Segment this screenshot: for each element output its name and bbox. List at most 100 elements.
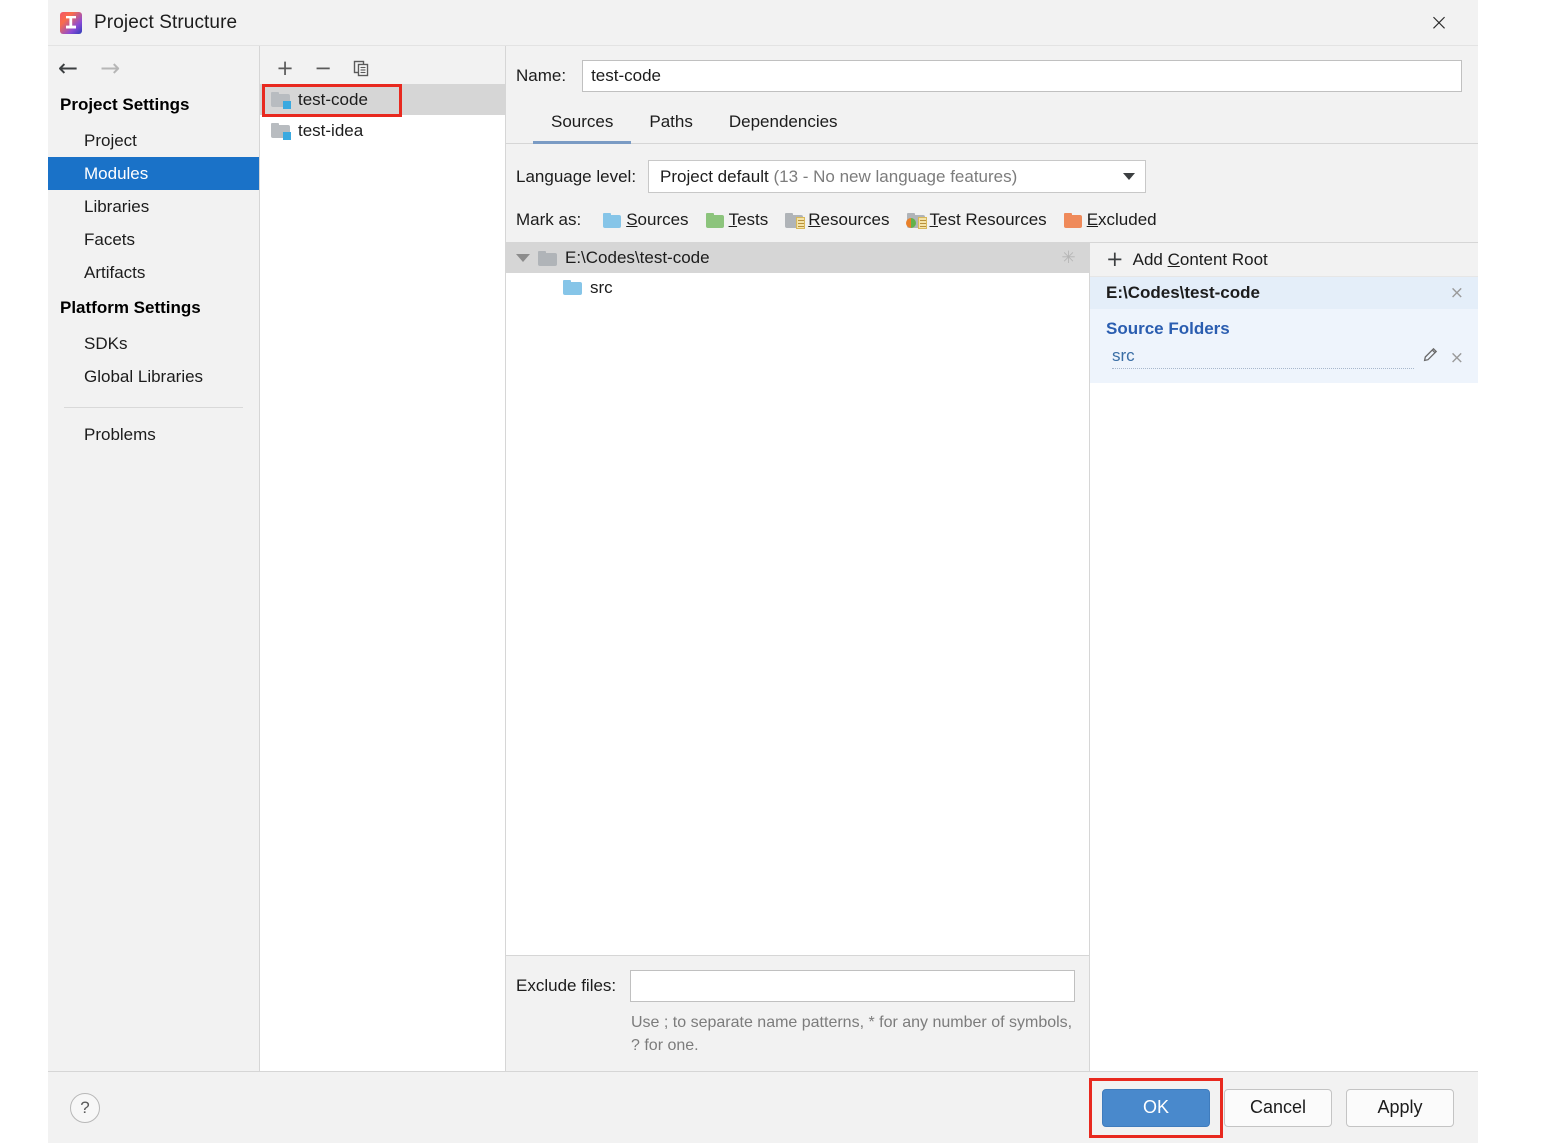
sidebar-item-modules[interactable]: Modules <box>48 157 259 190</box>
tree-row-content-root[interactable]: E:\Codes\test-code ✳ <box>506 243 1089 273</box>
mark-test-resources-label: est Resources <box>938 210 1047 229</box>
intellij-idea-icon <box>60 11 82 34</box>
exclude-files-section: Exclude files: Use ; to separate name pa… <box>506 955 1089 1071</box>
language-level-row: Language level: Project default (13 - No… <box>506 144 1478 193</box>
help-icon[interactable]: ? <box>70 1092 100 1123</box>
sidebar-item-artifacts[interactable]: Artifacts <box>48 256 259 289</box>
close-icon[interactable]: × <box>1422 7 1456 39</box>
modules-toolbar: + − <box>260 52 505 84</box>
test-resources-folder-icon <box>905 212 927 229</box>
exclude-files-input[interactable] <box>630 970 1075 1002</box>
add-module-icon[interactable]: + <box>274 57 296 79</box>
language-level-select[interactable]: Project default (13 - No new language fe… <box>648 160 1147 193</box>
back-arrow-icon[interactable]: ← <box>58 56 78 80</box>
language-level-detail: (13 - No new language features) <box>773 166 1018 186</box>
content-root-tree-pane: E:\Codes\test-code ✳ src Exclude files: … <box>506 243 1090 1071</box>
source-folders-section: Source Folders src × <box>1090 309 1478 383</box>
modules-list: test-code test-idea <box>260 84 505 1071</box>
sidebar-item-libraries[interactable]: Libraries <box>48 190 259 223</box>
mark-sources-label: ources <box>637 210 689 229</box>
mark-tests-label: ests <box>737 210 769 229</box>
tests-folder-icon <box>705 212 724 228</box>
exclude-hint-line1: Use ; to separate name patterns, * for a… <box>631 1014 1005 1031</box>
mark-as-test-resources-button[interactable]: Test Resources <box>905 210 1047 230</box>
modules-list-panel: + − test-code test-idea <box>260 46 506 1071</box>
copy-module-icon[interactable] <box>350 57 372 79</box>
edit-source-folder-icon[interactable] <box>1422 347 1438 368</box>
mark-as-excluded-button[interactable]: Excluded <box>1063 210 1157 230</box>
mark-tests-mnemonic: T <box>728 210 738 229</box>
sidebar-item-global-libraries[interactable]: Global Libraries <box>48 360 259 393</box>
source-folder-row: src × <box>1090 346 1478 369</box>
source-folder-link[interactable]: src <box>1112 346 1414 369</box>
add-content-root-rest: ontent Root <box>1179 249 1268 269</box>
mark-sources-mnemonic: S <box>626 210 638 229</box>
module-detail-panel: Name: Sources Paths Dependencies Languag… <box>506 46 1478 1071</box>
content-root-header[interactable]: E:\Codes\test-code × <box>1090 277 1478 309</box>
module-folder-icon <box>271 123 291 140</box>
forward-arrow-icon[interactable]: → <box>100 56 120 80</box>
content-roots-pane: + Add Content Root E:\Codes\test-code × … <box>1090 243 1478 1071</box>
add-content-root-mnemonic: C <box>1167 249 1180 269</box>
mark-resources-label: esources <box>820 210 890 229</box>
source-folders-title: Source Folders <box>1106 319 1230 338</box>
mark-excluded-mnemonic: E <box>1086 210 1099 229</box>
module-tabs: Sources Paths Dependencies <box>506 104 1478 144</box>
ok-button-wrapper: OK <box>1089 1077 1223 1138</box>
footer-buttons: OK Cancel Apply <box>1089 1077 1454 1138</box>
window-title: Project Structure <box>94 11 238 33</box>
tree-row-src[interactable]: src <box>506 273 1089 302</box>
mark-as-tests-button[interactable]: Tests <box>705 210 769 230</box>
sidebar-item-problems[interactable]: Problems <box>48 418 259 451</box>
sidebar-group-platform-settings: Platform Settings <box>60 298 201 317</box>
cancel-button[interactable]: Cancel <box>1224 1088 1332 1127</box>
dialog-footer: ? OK Cancel Apply <box>48 1071 1478 1143</box>
mark-as-sources-button[interactable]: Sources <box>603 210 689 230</box>
exclude-files-label: Exclude files: <box>516 976 617 995</box>
module-item-label: test-idea <box>298 120 364 140</box>
module-name-row: Name: <box>506 46 1478 104</box>
sidebar-item-project[interactable]: Project <box>48 124 259 157</box>
resources-folder-icon <box>785 212 806 229</box>
add-content-root-button[interactable]: + Add Content Root <box>1090 243 1478 277</box>
mark-as-label: Mark as: <box>516 210 582 229</box>
sidebar-item-facets[interactable]: Facets <box>48 223 259 256</box>
tab-dependencies[interactable]: Dependencies <box>711 104 856 144</box>
chevron-down-icon[interactable] <box>516 254 530 262</box>
sources-panels: E:\Codes\test-code ✳ src Exclude files: … <box>506 242 1478 1071</box>
tab-paths[interactable]: Paths <box>631 104 710 144</box>
language-level-label: Language level: <box>516 166 637 186</box>
module-item-test-idea[interactable]: test-idea <box>260 115 505 146</box>
module-name-input[interactable] <box>582 60 1462 92</box>
plus-icon: + <box>1106 247 1124 271</box>
tab-sources[interactable]: Sources <box>533 104 632 144</box>
project-structure-dialog: Project Structure × ← → Project Settings… <box>48 0 1478 1143</box>
tree-child-label: src <box>590 277 613 297</box>
content-root-tree: E:\Codes\test-code ✳ src <box>506 243 1089 955</box>
sidebar-divider <box>64 407 243 408</box>
content-root-path: E:\Codes\test-code <box>1106 283 1260 302</box>
mark-as-resources-button[interactable]: Resources <box>785 210 890 230</box>
sources-folder-icon <box>603 212 622 228</box>
settings-sidebar: ← → Project Settings Project Modules Lib… <box>48 46 260 1071</box>
sidebar-item-sdks[interactable]: SDKs <box>48 327 259 360</box>
mark-excluded-label: xcluded <box>1098 210 1157 229</box>
mark-as-row: Mark as: Sources Tests Resources Test Re… <box>506 193 1478 242</box>
apply-button[interactable]: Apply <box>1346 1088 1454 1127</box>
loading-spinner-icon: ✳ <box>1061 248 1076 268</box>
add-content-root-prefix: Add <box>1132 249 1168 269</box>
exclude-files-hint: Use ; to separate name patterns, * for a… <box>631 1011 1075 1057</box>
remove-source-folder-icon[interactable]: × <box>1450 348 1464 368</box>
remove-content-root-icon[interactable]: × <box>1450 283 1464 303</box>
tree-root-label: E:\Codes\test-code <box>565 248 710 267</box>
excluded-folder-icon <box>1063 212 1082 228</box>
module-name-label: Name: <box>516 66 567 85</box>
module-folder-icon <box>271 92 291 109</box>
sidebar-group-project-settings: Project Settings <box>60 95 190 114</box>
remove-module-icon[interactable]: − <box>312 57 334 79</box>
nav-arrows: ← → <box>48 50 259 86</box>
module-item-label: test-code <box>298 89 368 109</box>
ok-button[interactable]: OK <box>1102 1088 1210 1127</box>
language-level-value: Project default <box>660 166 769 186</box>
module-item-test-code[interactable]: test-code <box>260 84 505 115</box>
